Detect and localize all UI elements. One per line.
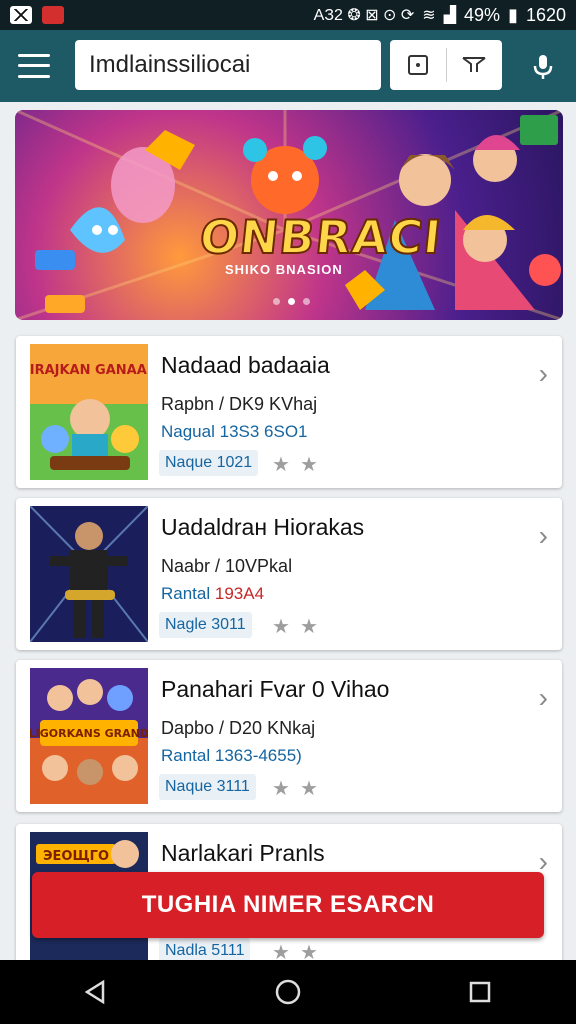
app-notification-icon (42, 6, 64, 24)
game-rank: Rantal 1363-4655) (161, 746, 302, 765)
carousel-dot[interactable] (273, 298, 280, 305)
primary-action-button[interactable]: TUGHIA NIMER ESARCN (32, 872, 544, 938)
carousel-dot[interactable] (303, 298, 310, 305)
carousel-indicator (273, 298, 310, 305)
game-title: Panahari Fvar 0 Vihao (161, 676, 390, 702)
version-badge: Nagle 3011 (159, 612, 252, 638)
home-circle-icon (275, 979, 301, 1005)
battery-icon: ▮ (508, 4, 518, 25)
featured-banner[interactable]: ONBRACI SHIKO BNASION (15, 110, 563, 320)
rating-stars: ★ ★ (272, 614, 318, 639)
star-icon: ★ (272, 616, 290, 638)
status-bar: ΑЗ2 ❂ ⊠ ⊙ ⟳ ≋ ▟ 49% ▮ 1620 (0, 0, 576, 30)
game-title: Nadaad badaaia (161, 352, 330, 378)
game-size: Rapbn / DK9 KVhaj (161, 394, 318, 414)
toolbar-actions (390, 40, 502, 90)
banner-subtitle: SHIKO BNASION (225, 262, 343, 277)
thumbnail-text: ELIGORKANS GRANDS (30, 727, 148, 740)
list-item[interactable]: SIRAJKAN GANAAN Nadaad badaaia Rapbn / D… (16, 336, 562, 488)
back-button[interactable] (76, 972, 116, 1012)
star-icon: ★ (272, 454, 290, 476)
search-input[interactable]: Imdlainssiliocai (75, 40, 381, 90)
version-badge: Naque 3111 (159, 774, 256, 800)
square-toggle-button[interactable] (390, 40, 446, 90)
chevron-right-icon[interactable]: › (539, 682, 548, 714)
game-rank: Rantal 193A4 (161, 584, 265, 603)
filter-icon (462, 57, 486, 72)
system-nav-bar (0, 960, 576, 1024)
carousel-dot-active[interactable] (288, 298, 295, 305)
thumbnail-text: SIRAJKAN GANAAN (30, 363, 148, 378)
square-icon (407, 55, 428, 75)
rating-stars: ★ ★ (272, 776, 318, 801)
version-badge: Naque 1021 (159, 450, 259, 476)
battery-percent: 49% (464, 4, 501, 25)
star-icon: ★ (272, 778, 290, 800)
chevron-right-icon[interactable]: › (539, 520, 548, 552)
game-title: Narlakari Pranls (161, 840, 325, 866)
star-icon: ★ (299, 778, 318, 800)
status-icons-text: ΑЗ2 ❂ ⊠ ⊙ ⟳ (313, 7, 415, 24)
back-triangle-icon (84, 979, 105, 1005)
home-button[interactable] (268, 972, 308, 1012)
recents-square-icon (469, 981, 491, 1003)
signal-icon: ▟ (443, 7, 457, 24)
list-item[interactable]: ELIGORKANS GRANDS Panahari Fvar 0 Vihao … (16, 660, 562, 812)
list-item[interactable]: Uadaldraн Hiorakas Naabr / 10VPkal Ranta… (16, 498, 562, 650)
status-time: 1620 (525, 4, 566, 25)
status-notifications (10, 6, 64, 24)
thumbnail-text: ЭЕОЩГО (43, 849, 109, 864)
gmail-notification-icon (10, 6, 32, 24)
game-rank: Nagual 13S3 6SO1 (161, 422, 308, 441)
recents-button[interactable] (460, 972, 500, 1012)
game-thumbnail (30, 506, 148, 642)
microphone-button[interactable] (528, 52, 558, 82)
search-input-value: Imdlainssiliocai (89, 51, 251, 78)
star-icon: ★ (299, 616, 318, 638)
game-thumbnail: SIRAJKAN GANAAN (30, 344, 148, 480)
microphone-icon (533, 55, 553, 79)
rating-stars: ★ ★ (272, 452, 318, 477)
game-thumbnail: ELIGORKANS GRANDS (30, 668, 148, 804)
app-toolbar: Imdlainssiliocai (0, 30, 576, 102)
status-indicators: ΑЗ2 ❂ ⊠ ⊙ ⟳ ≋ ▟ 49% ▮ 1620 (314, 5, 566, 26)
game-title: Uadaldraн Hiorakas (161, 514, 365, 540)
chevron-right-icon[interactable]: › (539, 358, 548, 390)
filter-button[interactable] (447, 40, 503, 90)
game-size: Naabr / 10VPkal (161, 556, 293, 576)
wifi-icon: ≋ (422, 7, 436, 24)
star-icon: ★ (299, 454, 318, 476)
banner-title: ONBRACI (196, 209, 445, 265)
menu-icon[interactable] (18, 50, 50, 82)
game-size: Dapbo / D20 KNkaj (161, 718, 316, 738)
